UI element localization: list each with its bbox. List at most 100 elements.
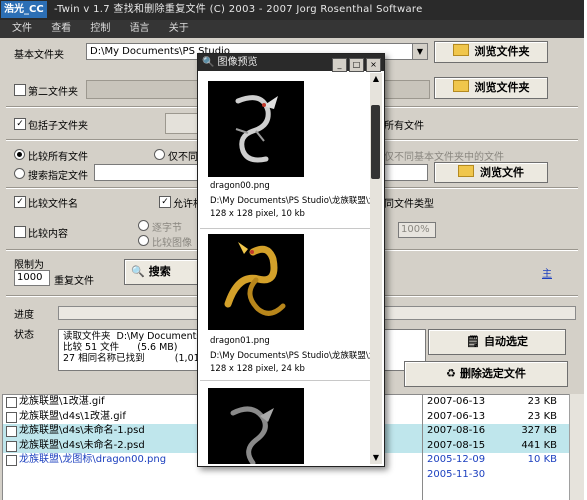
per-byte-radio[interactable] <box>138 220 149 231</box>
detail-row[interactable]: 2007-06-13 23 KB <box>423 410 571 425</box>
menu-view[interactable]: 查看 <box>51 20 71 38</box>
percent-value: 100% <box>401 224 430 235</box>
file-date: 2005-11-30 <box>427 468 486 480</box>
preview-item[interactable]: dragon01.png D:\My Documents\PS Studio\龙… <box>200 230 370 381</box>
detail-row[interactable]: 2007-08-15 441 KB <box>423 438 571 453</box>
limit-input[interactable]: 1000 <box>14 270 50 286</box>
second-folder-checkbox[interactable] <box>14 84 26 96</box>
preview-file-path: D:\My Documents\PS Studio\龙族联盟\龙图 <box>210 351 370 361</box>
detail-row[interactable]: 2005-12-09 10 KB <box>423 453 571 468</box>
file-name: 龙族联盟\d4s\未命名-1.psd <box>19 425 145 436</box>
search-specified-radio[interactable] <box>14 168 25 179</box>
percent-input[interactable]: 100% <box>398 222 436 238</box>
status-label: 状态 <box>14 330 34 341</box>
menu-about[interactable]: 关于 <box>169 20 189 38</box>
detail-row[interactable]: 2007-06-13 23 KB <box>423 395 571 410</box>
dragon-silver-image <box>208 81 304 177</box>
file-size: 10 KB <box>527 454 557 465</box>
file-size: 23 KB <box>527 396 557 407</box>
preview-title: 图像预览 <box>217 57 258 68</box>
preview-file-name: dragon01.png <box>210 336 270 346</box>
menu-control[interactable]: 控制 <box>90 20 110 38</box>
specified-file-input-right[interactable] <box>384 164 428 181</box>
only-diff-radio[interactable] <box>154 149 165 160</box>
auto-select-icon: 🗒 <box>466 335 480 348</box>
preview-scrollbar[interactable]: ▲ ▼ <box>370 73 382 464</box>
scroll-down-icon[interactable]: ▼ <box>370 452 382 464</box>
preview-list[interactable]: dragon00.png D:\My Documents\PS Studio\龙… <box>200 73 370 464</box>
browse-file-button[interactable]: 浏览文件 <box>434 162 548 183</box>
compare-all-label: 比较所有文件 <box>28 152 88 163</box>
file-size: 23 KB <box>527 410 557 422</box>
preview-file-info: 128 x 128 pixel, 10 kb <box>210 209 305 219</box>
file-size: 441 KB <box>521 439 557 451</box>
browse-second-folder-button[interactable]: 浏览文件夹 <box>434 77 548 99</box>
browse-basic-folder-button[interactable]: 浏览文件夹 <box>434 41 548 63</box>
file-name: 龙族联盟\d4s\1改湛.gif <box>19 410 126 422</box>
row-checkbox[interactable] <box>6 411 17 423</box>
compare-name-label: 比较文件名 <box>28 199 78 210</box>
compare-all-radio[interactable] <box>14 149 25 160</box>
search-button[interactable]: 🔍 搜索 <box>124 259 204 285</box>
menu-language[interactable]: 语言 <box>130 20 150 38</box>
file-date: 2007-08-16 <box>427 425 486 436</box>
preview-file-info: 128 x 128 pixel, 24 kb <box>210 364 305 374</box>
scroll-thumb[interactable] <box>371 105 380 179</box>
preview-item[interactable] <box>200 382 370 464</box>
detail-row[interactable]: 2005-11-30 <box>423 468 571 483</box>
file-name: 龙族联盟\龙图标\dragon00.png <box>19 454 167 465</box>
file-date: 2007-06-13 <box>427 410 486 422</box>
search-button-label: 搜索 <box>148 265 171 278</box>
all-files-label: 所有文件 <box>384 121 424 132</box>
row-checkbox[interactable] <box>6 397 17 408</box>
dragon-thumbnail <box>208 234 304 330</box>
duplicate-files-label: 重复文件 <box>54 276 94 287</box>
row-checkbox[interactable] <box>6 426 17 437</box>
compare-image-label: 比较图像 <box>152 238 192 249</box>
magnifier-icon: 🔍 <box>202 57 215 68</box>
search-specified-label: 搜索指定文件 <box>28 171 88 182</box>
home-link[interactable]: 主 <box>542 265 552 280</box>
dropdown-arrow-icon[interactable]: ▼ <box>412 44 427 59</box>
scroll-up-icon[interactable]: ▲ <box>370 73 382 85</box>
browse-file-label: 浏览文件 <box>480 166 524 179</box>
include-subfolders-label: 包括子文件夹 <box>28 121 88 132</box>
allow-checkbox[interactable]: ✓ <box>159 196 171 208</box>
compare-content-checkbox[interactable] <box>14 226 26 238</box>
auto-select-button[interactable]: 🗒 自动选定 <box>428 329 566 355</box>
menu-bar: 文件 查看 控制 语言 关于 <box>0 20 584 38</box>
maximize-icon[interactable]: □ <box>349 58 364 72</box>
browse-basic-folder-label: 浏览文件夹 <box>474 45 530 58</box>
file-detail-list[interactable]: 2007-06-13 23 KB 2007-06-13 23 KB 2007-08-… <box>422 394 572 500</box>
only-diff-faded-label: 仅不同基本文件夹中的文件 <box>384 152 504 163</box>
basic-folder-label: 基本文件夹 <box>14 50 64 61</box>
file-name: 龙族联盟\d4s\未命名-2.psd <box>19 439 145 451</box>
dragon-thumbnail <box>208 388 304 464</box>
compare-image-radio[interactable] <box>138 235 149 246</box>
folder-icon <box>458 165 474 177</box>
row-checkbox[interactable] <box>6 440 17 452</box>
close-icon[interactable]: × <box>366 58 381 72</box>
detail-row[interactable]: 2007-08-16 327 KB <box>423 424 571 439</box>
only-diff-label: 仅不同 <box>168 152 198 163</box>
dragon-dark-image <box>208 388 304 464</box>
file-date: 2007-08-15 <box>427 439 486 451</box>
list-scrollbar[interactable] <box>569 394 584 500</box>
file-size: 327 KB <box>521 425 557 436</box>
second-folder-label: 第二文件夹 <box>28 87 78 98</box>
auto-select-label: 自动选定 <box>483 335 528 348</box>
dragon-thumbnail <box>208 81 304 177</box>
compare-name-checkbox[interactable]: ✓ <box>14 196 26 208</box>
row-checkbox[interactable] <box>6 455 17 466</box>
image-preview-window: 🔍 图像预览 _ □ × dragon00.png D:\My Documents\P… <box>197 53 385 467</box>
delete-selected-button[interactable]: ♻ 删除选定文件 <box>404 361 568 387</box>
preview-item[interactable]: dragon00.png D:\My Documents\PS Studio\龙… <box>200 73 370 229</box>
minimize-icon[interactable]: _ <box>332 58 347 72</box>
file-date: 2005-12-09 <box>427 454 486 465</box>
preview-title-bar: 🔍 图像预览 _ □ × <box>198 54 384 72</box>
app-logo: 浩光_CC <box>1 1 47 18</box>
menu-file[interactable]: 文件 <box>12 20 32 38</box>
include-subfolders-checkbox[interactable]: ✓ <box>14 118 26 130</box>
specified-file-input[interactable] <box>94 164 200 181</box>
title-bar: 浩光_CC -Twin v 1.7 查找和删除重复文件 (C) 2003 - 2… <box>0 0 584 20</box>
